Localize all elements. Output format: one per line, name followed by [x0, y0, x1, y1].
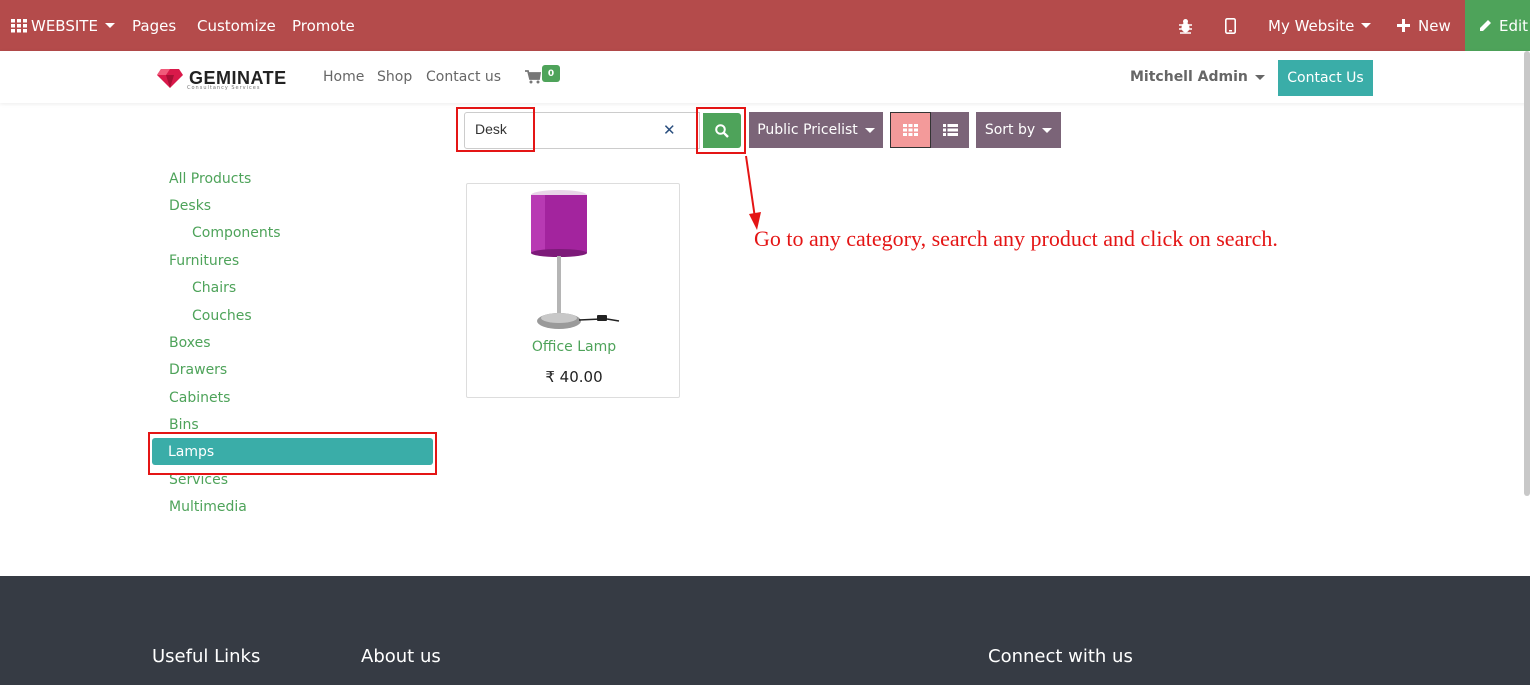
shopping-cart-icon	[525, 70, 542, 84]
user-menu[interactable]: Mitchell Admin	[1130, 51, 1265, 103]
pages-menu[interactable]: Pages	[132, 0, 176, 51]
sort-by-dropdown[interactable]: Sort by	[976, 112, 1061, 148]
pricelist-dropdown[interactable]: Public Pricelist	[749, 112, 883, 148]
admin-top-bar: WEBSITE Pages Customize Promote My Websi…	[0, 0, 1530, 51]
grid-view-button[interactable]	[890, 112, 931, 148]
category-drawers[interactable]: Drawers	[169, 359, 227, 381]
footer-connect-heading: Connect with us	[988, 646, 1133, 667]
site-footer	[0, 576, 1530, 685]
search-field-highlight	[456, 107, 535, 152]
lamps-category-highlight	[148, 432, 437, 475]
category-chairs[interactable]: Chairs	[192, 277, 236, 299]
product-image	[531, 190, 620, 329]
clear-search-icon[interactable]: ✕	[663, 121, 676, 139]
diamond-logo-icon	[157, 69, 183, 88]
cart-link[interactable]	[525, 69, 542, 88]
debug-button[interactable]	[1178, 0, 1193, 51]
category-desks[interactable]: Desks	[169, 195, 211, 217]
sort-by-label: Sort by	[984, 122, 1036, 138]
promote-menu[interactable]: Promote	[292, 0, 355, 51]
customize-menu[interactable]: Customize	[197, 0, 276, 51]
nav-contact-us[interactable]: Contact us	[426, 51, 501, 103]
product-name[interactable]: Office Lamp	[467, 339, 681, 355]
new-button[interactable]: New	[1397, 0, 1451, 51]
category-couches[interactable]: Couches	[192, 305, 252, 327]
edit-button-label: Edit	[1499, 16, 1529, 35]
category-multimedia[interactable]: Multimedia	[169, 496, 247, 518]
apps-menu[interactable]: WEBSITE	[11, 0, 115, 51]
category-components[interactable]: Components	[192, 222, 281, 244]
chevron-down-icon	[864, 127, 875, 133]
chevron-down-icon	[1361, 23, 1372, 28]
apps-menu-label: WEBSITE	[31, 16, 98, 35]
category-boxes[interactable]: Boxes	[169, 332, 211, 354]
chevron-down-icon	[1042, 127, 1053, 133]
footer-about-us-heading: About us	[361, 646, 441, 667]
edit-button[interactable]: Edit	[1465, 0, 1530, 51]
website-switcher[interactable]: My Website	[1268, 0, 1372, 51]
grid-view-icon	[903, 124, 918, 136]
instruction-annotation: Go to any category, search any product a…	[754, 226, 1278, 251]
pencil-icon	[1480, 20, 1491, 31]
new-button-label: New	[1418, 16, 1451, 35]
category-all-products[interactable]: All Products	[169, 168, 251, 190]
plus-icon	[1397, 19, 1410, 32]
website-switcher-label: My Website	[1268, 16, 1355, 35]
chevron-down-icon	[1254, 74, 1265, 80]
product-card[interactable]: Office Lamp ₹ 40.00	[466, 183, 680, 398]
category-cabinets[interactable]: Cabinets	[169, 387, 230, 409]
user-name: Mitchell Admin	[1130, 69, 1248, 85]
logo-subtitle: Consultancy Services	[187, 85, 261, 91]
list-view-icon	[942, 124, 958, 136]
product-price: ₹ 40.00	[545, 368, 603, 386]
nav-home[interactable]: Home	[323, 51, 364, 103]
pricelist-label: Public Pricelist	[757, 122, 858, 138]
site-logo[interactable]: GEMINATE Consultancy Services	[157, 66, 287, 91]
page-scrollbar[interactable]	[1524, 51, 1530, 496]
list-view-button[interactable]	[931, 112, 969, 148]
footer-useful-links-heading: Useful Links	[152, 646, 261, 667]
search-button-highlight	[696, 107, 746, 154]
annotation-arrow-icon	[745, 155, 761, 230]
bug-icon	[1179, 18, 1192, 34]
category-furnitures[interactable]: Furnitures	[169, 250, 239, 272]
mobile-icon	[1225, 17, 1236, 34]
cart-count-badge: 0	[542, 65, 560, 82]
mobile-preview-button[interactable]	[1225, 0, 1236, 51]
apps-grid-icon	[11, 18, 27, 32]
nav-shop[interactable]: Shop	[377, 51, 412, 103]
chevron-down-icon	[104, 23, 115, 28]
contact-us-button[interactable]: Contact Us	[1278, 60, 1373, 96]
